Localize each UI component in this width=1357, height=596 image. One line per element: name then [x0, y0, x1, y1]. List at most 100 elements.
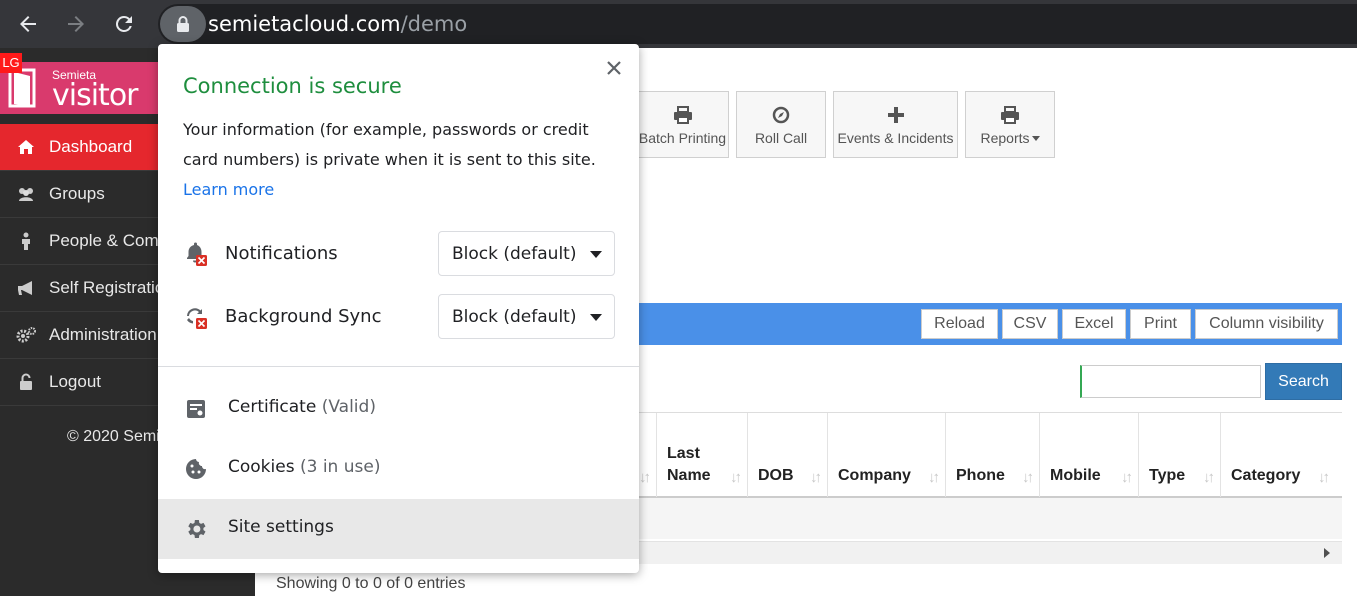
- compass-icon: [772, 104, 790, 126]
- sort-icon: ↓↑: [1203, 469, 1215, 486]
- excel-button[interactable]: Excel: [1062, 309, 1126, 339]
- search-button[interactable]: Search: [1265, 363, 1342, 400]
- sort-icon: ↓↑: [928, 469, 940, 486]
- column-header-type[interactable]: Type ↓↑: [1138, 413, 1220, 497]
- sort-icon: ↓↑: [1121, 469, 1133, 486]
- close-button[interactable]: [603, 57, 625, 79]
- reload-table-button[interactable]: Reload: [921, 309, 998, 339]
- cookies-status: (3 in use): [299, 457, 381, 477]
- url-path: /demo: [400, 12, 468, 36]
- column-header-last-name[interactable]: Last Name ↓↑: [656, 413, 747, 497]
- column-visibility-button[interactable]: Column visibility: [1195, 309, 1338, 339]
- forward-arrow-icon: [68, 16, 84, 32]
- notifications-select[interactable]: Block (default): [438, 231, 615, 276]
- cogs-icon: [0, 326, 49, 344]
- plus-icon: [887, 104, 904, 126]
- dropdown-arrow-icon: [590, 314, 602, 321]
- reports-dropdown-button[interactable]: Reports: [965, 91, 1055, 158]
- horizontal-scrollbar[interactable]: [600, 541, 1342, 564]
- megaphone-icon: [0, 280, 49, 296]
- person-icon: [0, 232, 49, 250]
- background-sync-select[interactable]: Block (default): [438, 294, 615, 339]
- column-header-mobile[interactable]: Mobile ↓↑: [1039, 413, 1138, 497]
- sidebar-item-label: Groups: [49, 184, 105, 203]
- learn-more-link[interactable]: Learn more: [183, 175, 274, 205]
- column-label: Last: [667, 445, 700, 462]
- events-incidents-button[interactable]: Events & Incidents: [833, 91, 958, 158]
- select-value: Block (default): [452, 307, 577, 327]
- column-header-dob[interactable]: DOB ↓↑: [747, 413, 827, 497]
- sidebar-item-label: Logout: [49, 372, 101, 391]
- site-settings-menu-item[interactable]: Site settings: [158, 499, 639, 559]
- scroll-right-icon[interactable]: [1324, 548, 1330, 558]
- divider: [158, 366, 639, 367]
- site-info-button[interactable]: [160, 6, 206, 42]
- sidebar-item-label: Administration: [49, 325, 157, 344]
- lock-icon: [0, 373, 49, 391]
- url-text[interactable]: semietacloud.com/demo: [208, 12, 467, 36]
- sidebar-item-label: Self Registration: [49, 278, 174, 297]
- print-button[interactable]: Print: [1130, 309, 1191, 339]
- permission-label: Background Sync: [225, 306, 382, 327]
- printer-icon: [1000, 104, 1020, 126]
- site-settings-label: Site settings: [228, 517, 334, 537]
- permission-row-background-sync: Background Sync Block (default): [183, 294, 615, 340]
- column-label: Company: [838, 467, 911, 484]
- roll-call-button[interactable]: Roll Call: [736, 91, 826, 158]
- reload-icon: [115, 15, 132, 33]
- lg-badge: LG: [0, 53, 22, 73]
- logo-brand-big: visitor: [52, 78, 139, 113]
- column-header-phone[interactable]: Phone ↓↑: [945, 413, 1039, 497]
- certificate-label: Certificate: [228, 397, 317, 417]
- lock-icon: [177, 16, 189, 32]
- select-value: Block (default): [452, 244, 577, 264]
- column-label: Name: [667, 467, 711, 484]
- door-logo-icon: [8, 68, 36, 108]
- url-domain: semietacloud.com: [208, 12, 401, 36]
- sidebar-item-label: Dashboard: [49, 137, 133, 156]
- back-button[interactable]: [10, 6, 46, 42]
- reports-label: Reports: [980, 129, 1030, 146]
- sort-icon: ↓↑: [1318, 469, 1330, 486]
- home-icon: [0, 139, 49, 155]
- events-incidents-label: Events & Incidents: [837, 129, 954, 146]
- column-label: Phone: [956, 467, 1005, 484]
- popup-description: Your information (for example, passwords…: [183, 120, 596, 169]
- dropdown-arrow-icon: [590, 251, 602, 258]
- close-icon: [607, 61, 621, 75]
- reload-button[interactable]: [106, 6, 142, 42]
- cookies-menu-item[interactable]: Cookies (3 in use): [158, 439, 639, 499]
- sort-icon: ↓↑: [1022, 469, 1034, 486]
- certificate-status: (Valid): [321, 397, 376, 417]
- permission-row-notifications: Notifications Block (default): [183, 231, 615, 277]
- popup-title: Connection is secure: [183, 74, 402, 98]
- notifications-blocked-icon: [187, 242, 207, 266]
- forward-button[interactable]: [58, 6, 94, 42]
- csv-button[interactable]: CSV: [1002, 309, 1058, 339]
- roll-call-label: Roll Call: [754, 129, 808, 146]
- permission-label: Notifications: [225, 243, 338, 264]
- certificate-menu-item[interactable]: Certificate (Valid): [158, 379, 639, 439]
- site-info-popup: Connection is secure Your information (f…: [158, 44, 639, 573]
- back-arrow-icon: [20, 16, 36, 32]
- table-info: Showing 0 to 0 of 0 entries: [276, 575, 466, 592]
- caret-down-icon: [1031, 136, 1040, 142]
- column-label: Category: [1231, 467, 1301, 484]
- sort-icon: ↓↑: [730, 469, 742, 486]
- search-input[interactable]: [1080, 365, 1261, 398]
- column-header-category[interactable]: Category ↓↑: [1220, 413, 1335, 497]
- app-logo[interactable]: Semieta visitor: [0, 62, 160, 114]
- users-icon: [0, 186, 49, 202]
- table-empty-row: [600, 498, 1342, 539]
- gear-icon: [188, 520, 206, 538]
- column-label: Mobile: [1050, 467, 1101, 484]
- batch-printing-label: Batch Printing: [638, 129, 727, 146]
- sync-blocked-icon: [187, 308, 207, 329]
- sort-icon: ↓↑: [810, 469, 822, 486]
- cookie-icon: [186, 459, 206, 479]
- table-header: ↓↑ Last Name ↓↑ DOB ↓↑ Company ↓↑ Phone ↓…: [600, 412, 1342, 498]
- column-header-company[interactable]: Company ↓↑: [827, 413, 945, 497]
- column-label: Type: [1149, 467, 1186, 484]
- certificate-icon: [187, 400, 205, 418]
- cookies-label: Cookies: [228, 457, 295, 477]
